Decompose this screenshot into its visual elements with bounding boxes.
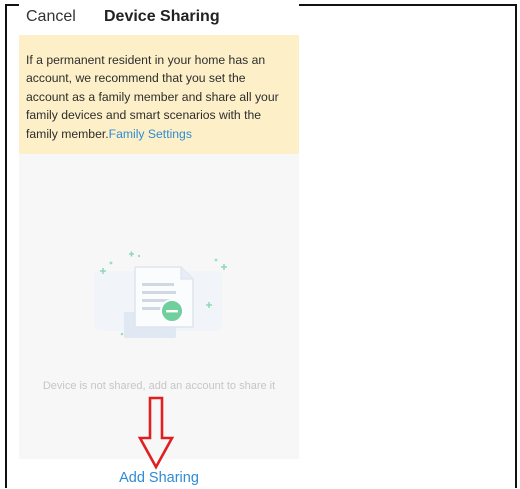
shared-document-minus-icon <box>94 251 227 338</box>
add-sharing-button[interactable]: Add Sharing <box>19 470 299 486</box>
empty-state-panel: Device is not shared, add an account to … <box>19 154 299 470</box>
page-title: Device Sharing <box>104 8 220 25</box>
empty-state-message: Device is not shared, add an account to … <box>42 380 276 392</box>
family-settings-link[interactable]: Family Settings <box>109 127 192 141</box>
red-down-arrow-icon <box>137 396 175 470</box>
top-bar: Cancel Device Sharing <box>19 4 299 34</box>
cancel-button[interactable]: Cancel <box>26 8 76 26</box>
family-member-notice: If a permanent resident in your home has… <box>19 35 299 154</box>
device-sharing-screen: Cancel Device Sharing If a permanent res… <box>19 4 299 489</box>
